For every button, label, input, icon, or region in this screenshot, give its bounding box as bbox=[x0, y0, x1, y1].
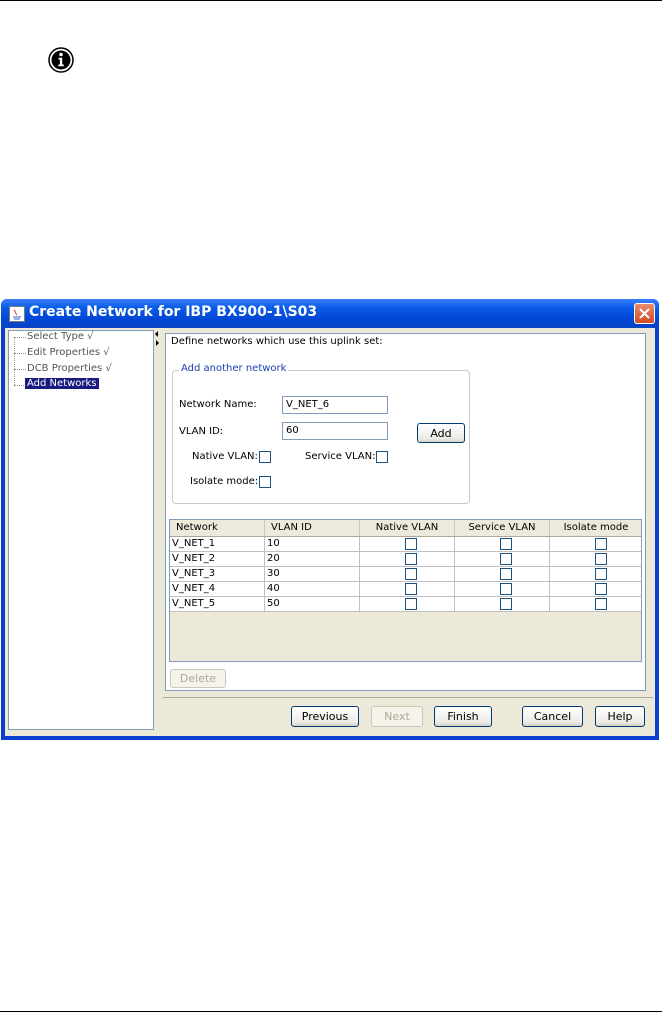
vlan-id-input[interactable]: 60 bbox=[282, 422, 388, 440]
service-vlan-cell[interactable] bbox=[455, 582, 550, 597]
table-row[interactable]: V_NET_2 20 bbox=[170, 552, 641, 567]
previous-button[interactable]: Previous bbox=[291, 706, 359, 727]
service-vlan-cell[interactable] bbox=[455, 567, 550, 582]
isolate-mode-cell[interactable] bbox=[550, 582, 641, 597]
native-vlan-label: Native VLAN: bbox=[192, 451, 258, 462]
delete-button[interactable]: Delete bbox=[170, 669, 226, 688]
service-vlan-checkbox[interactable] bbox=[500, 583, 512, 595]
tree-connector bbox=[14, 337, 15, 385]
info-icon bbox=[48, 47, 74, 73]
service-vlan-checkbox[interactable] bbox=[500, 598, 512, 610]
isolate-mode-cell[interactable] bbox=[550, 537, 641, 552]
isolate-mode-checkbox[interactable] bbox=[595, 538, 607, 550]
native-vlan-cell[interactable] bbox=[360, 597, 455, 612]
service-vlan-checkbox[interactable] bbox=[500, 568, 512, 580]
instruction-text: Define networks which use this uplink se… bbox=[171, 336, 383, 347]
service-vlan-checkbox[interactable] bbox=[500, 538, 512, 550]
vlan-id-cell[interactable]: 30 bbox=[265, 567, 360, 582]
table-row[interactable]: V_NET_4 40 bbox=[170, 582, 641, 597]
table-row[interactable]: V_NET_3 30 bbox=[170, 567, 641, 582]
close-icon bbox=[639, 308, 650, 319]
step-add-networks[interactable]: Add Networks bbox=[25, 378, 99, 389]
cancel-button[interactable]: Cancel bbox=[522, 706, 583, 727]
isolate-mode-cell[interactable] bbox=[550, 552, 641, 567]
network-cell[interactable]: V_NET_5 bbox=[170, 597, 265, 612]
dialog-titlebar[interactable]: Create Network for IBP BX900-1\S03 bbox=[1, 299, 659, 328]
step-edit-properties[interactable]: Edit Properties √ bbox=[27, 347, 110, 358]
dialog-title: Create Network for IBP BX900-1\S03 bbox=[29, 304, 318, 320]
native-vlan-cell[interactable] bbox=[360, 537, 455, 552]
isolate-mode-cell[interactable] bbox=[550, 597, 641, 612]
isolate-mode-cell[interactable] bbox=[550, 567, 641, 582]
isolate-mode-checkbox[interactable] bbox=[595, 583, 607, 595]
network-name-input[interactable]: V_NET_6 bbox=[282, 396, 388, 414]
group-title: Add another network bbox=[179, 363, 289, 374]
vlan-id-cell[interactable]: 20 bbox=[265, 552, 360, 567]
isolate-mode-label: Isolate mode: bbox=[190, 476, 259, 487]
page-top-rule bbox=[0, 0, 662, 1]
page-bottom-rule bbox=[0, 1011, 662, 1012]
service-vlan-cell[interactable] bbox=[455, 597, 550, 612]
native-vlan-checkbox[interactable] bbox=[405, 568, 417, 580]
finish-button[interactable]: Finish bbox=[434, 706, 492, 727]
column-header-isolate-mode[interactable]: Isolate mode bbox=[550, 520, 641, 536]
next-button[interactable]: Next bbox=[371, 706, 423, 727]
network-cell[interactable]: V_NET_2 bbox=[170, 552, 265, 567]
tree-connector bbox=[14, 369, 26, 370]
native-vlan-cell[interactable] bbox=[360, 552, 455, 567]
network-cell[interactable]: V_NET_4 bbox=[170, 582, 265, 597]
table-row[interactable]: V_NET_5 50 bbox=[170, 597, 641, 612]
native-vlan-cell[interactable] bbox=[360, 582, 455, 597]
service-vlan-cell[interactable] bbox=[455, 552, 550, 567]
service-vlan-checkbox[interactable] bbox=[376, 451, 388, 463]
wizard-steps-tree: Select Type √ Edit Properties √ DCB Prop… bbox=[8, 330, 154, 730]
add-network-group: Add another network Network Name: V_NET_… bbox=[172, 363, 470, 504]
table-row[interactable]: V_NET_1 10 bbox=[170, 537, 641, 552]
native-vlan-checkbox[interactable] bbox=[405, 598, 417, 610]
service-vlan-cell[interactable] bbox=[455, 537, 550, 552]
network-name-label: Network Name: bbox=[179, 399, 257, 410]
service-vlan-label: Service VLAN: bbox=[305, 451, 376, 462]
add-button[interactable]: Add bbox=[417, 423, 465, 443]
native-vlan-checkbox[interactable] bbox=[405, 538, 417, 550]
tree-connector bbox=[14, 337, 26, 338]
vlan-id-cell[interactable]: 50 bbox=[265, 597, 360, 612]
networks-table: Network VLAN ID Native VLAN Service VLAN… bbox=[169, 519, 642, 662]
column-header-service-vlan[interactable]: Service VLAN bbox=[455, 520, 550, 536]
column-header-network[interactable]: Network bbox=[170, 520, 265, 536]
splitter-arrows-icon[interactable] bbox=[154, 328, 160, 348]
java-app-icon bbox=[9, 306, 25, 322]
column-header-native-vlan[interactable]: Native VLAN bbox=[360, 520, 455, 536]
close-button[interactable] bbox=[634, 303, 655, 324]
vlan-id-label: VLAN ID: bbox=[179, 426, 224, 437]
help-button[interactable]: Help bbox=[595, 706, 645, 727]
step-select-type[interactable]: Select Type √ bbox=[27, 331, 94, 342]
native-vlan-checkbox[interactable] bbox=[405, 553, 417, 565]
create-network-dialog: Create Network for IBP BX900-1\S03 Selec… bbox=[1, 299, 659, 740]
network-cell[interactable]: V_NET_3 bbox=[170, 567, 265, 582]
network-cell[interactable]: V_NET_1 bbox=[170, 537, 265, 552]
vlan-id-cell[interactable]: 10 bbox=[265, 537, 360, 552]
vlan-id-cell[interactable]: 40 bbox=[265, 582, 360, 597]
isolate-mode-checkbox[interactable] bbox=[259, 476, 271, 488]
native-vlan-checkbox[interactable] bbox=[405, 583, 417, 595]
dialog-client-area: Select Type √ Edit Properties √ DCB Prop… bbox=[5, 328, 655, 736]
step-dcb-properties[interactable]: DCB Properties √ bbox=[27, 363, 112, 374]
isolate-mode-checkbox[interactable] bbox=[595, 553, 607, 565]
isolate-mode-checkbox[interactable] bbox=[595, 598, 607, 610]
button-bar-separator bbox=[163, 697, 653, 698]
native-vlan-checkbox[interactable] bbox=[259, 451, 271, 463]
table-header: Network VLAN ID Native VLAN Service VLAN… bbox=[170, 520, 641, 537]
tree-connector bbox=[14, 353, 26, 354]
column-header-vlan-id[interactable]: VLAN ID bbox=[265, 520, 360, 536]
isolate-mode-checkbox[interactable] bbox=[595, 568, 607, 580]
networks-panel: Define networks which use this uplink se… bbox=[165, 333, 646, 691]
service-vlan-checkbox[interactable] bbox=[500, 553, 512, 565]
native-vlan-cell[interactable] bbox=[360, 567, 455, 582]
